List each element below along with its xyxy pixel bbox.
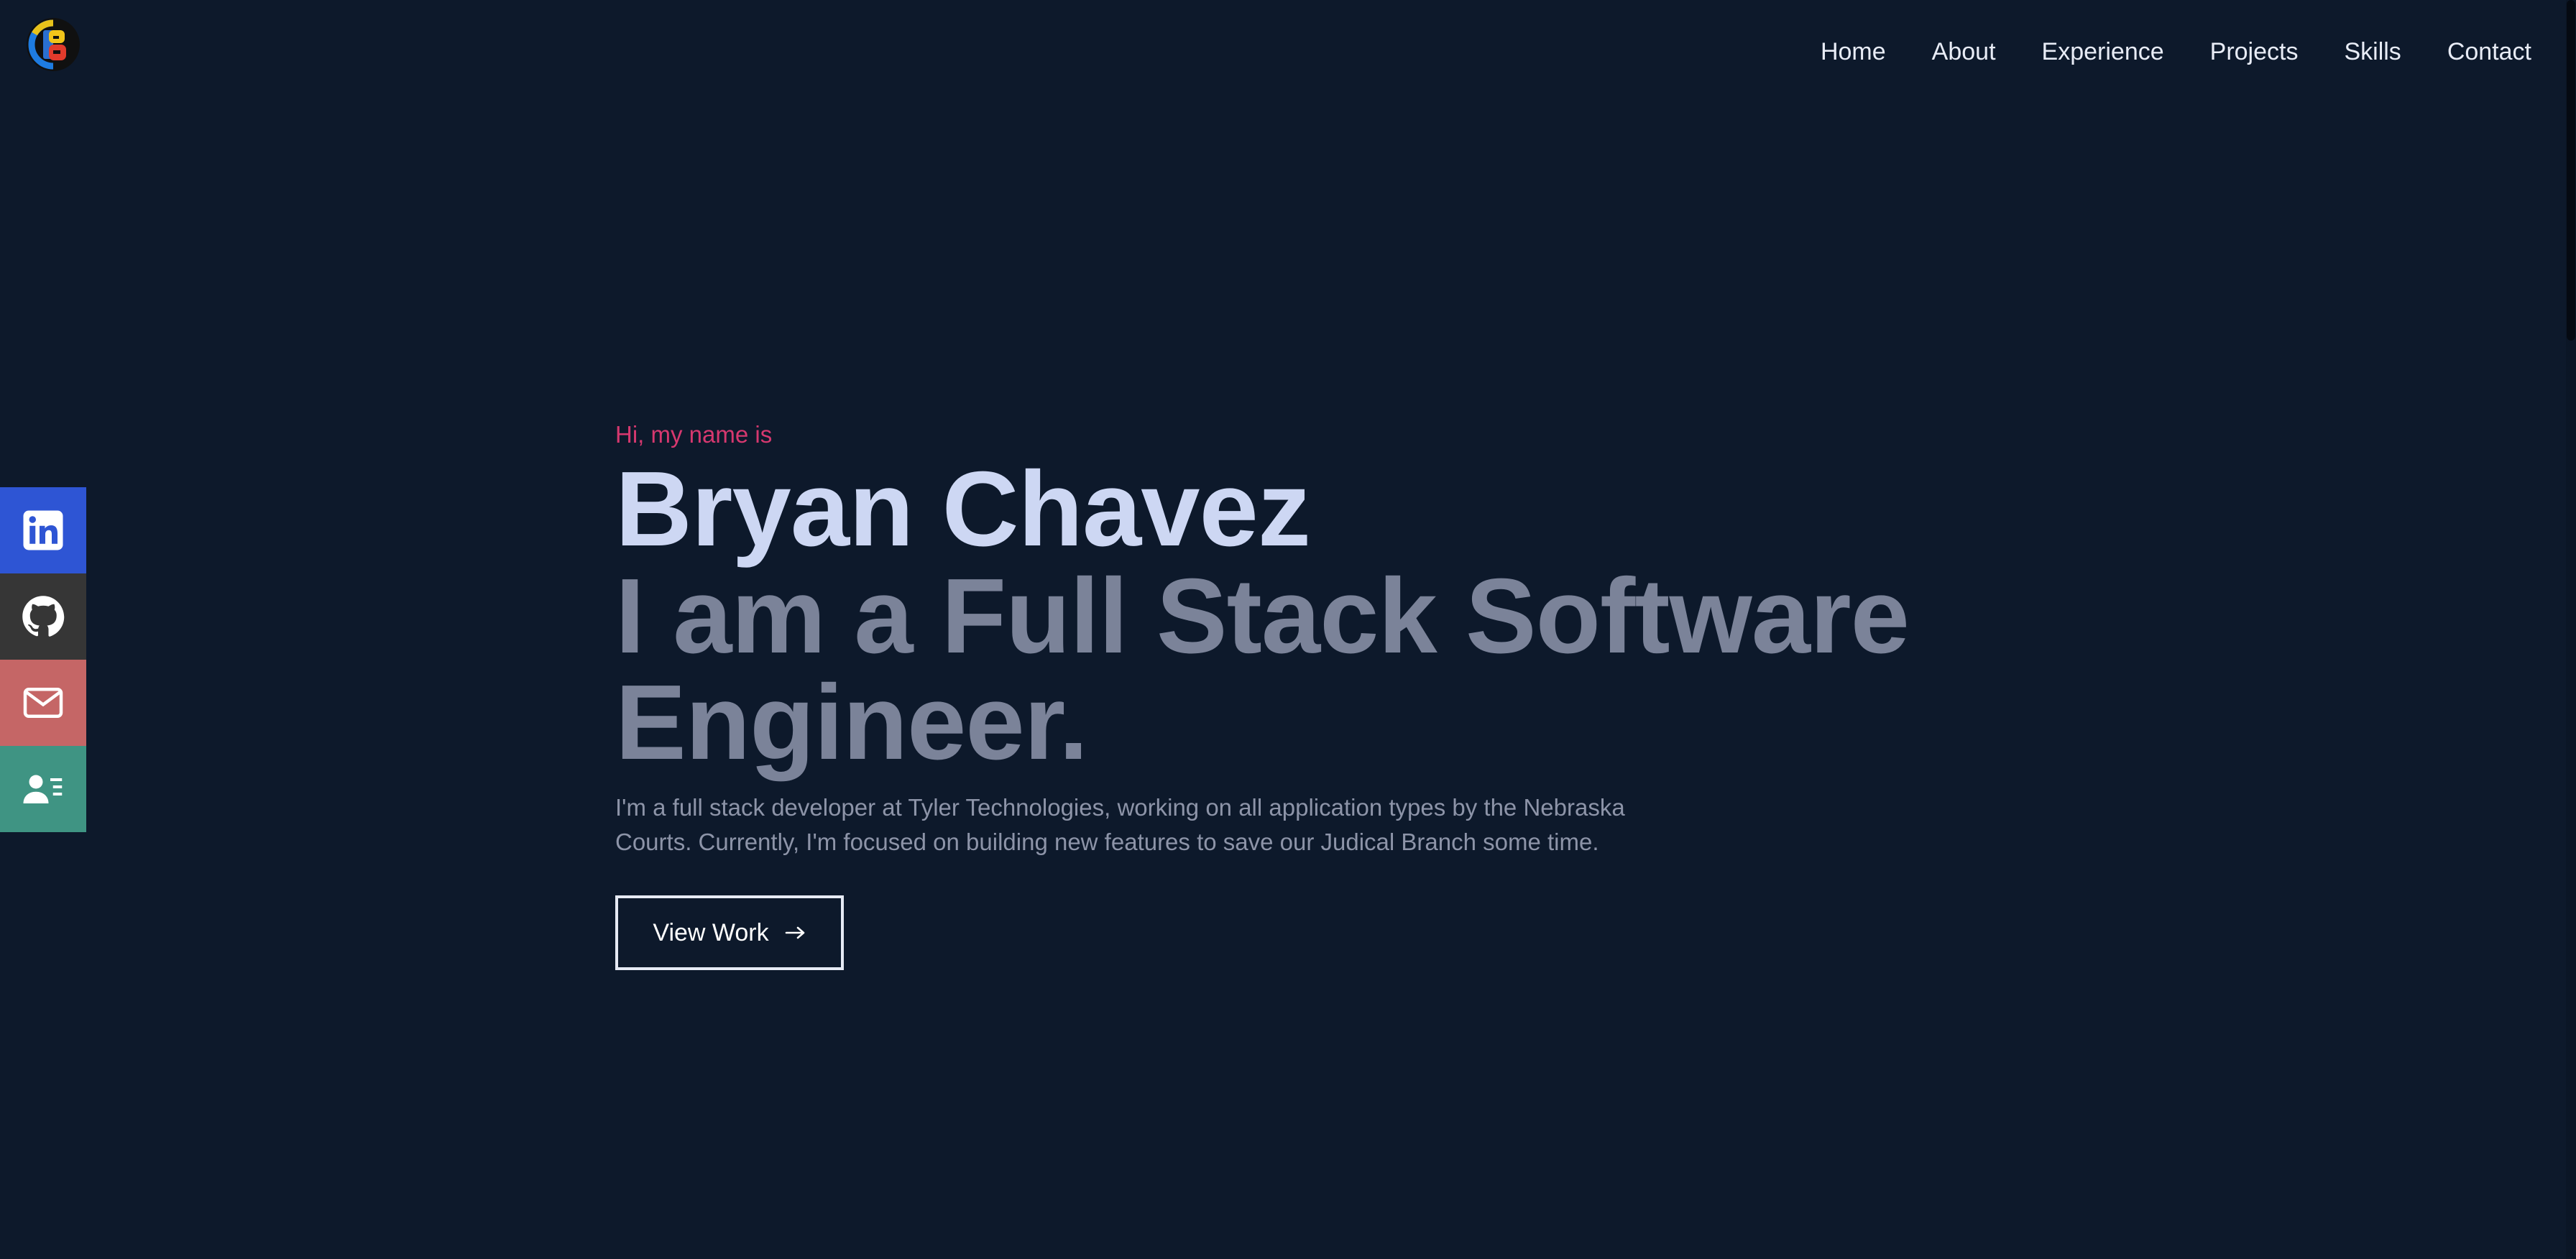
- scrollbar-thumb[interactable]: [2567, 0, 2575, 341]
- social-sidebar: [0, 487, 86, 832]
- arrow-right-icon: [785, 926, 804, 939]
- github-link[interactable]: [0, 573, 86, 660]
- nav-about[interactable]: About: [1932, 32, 1996, 72]
- nav-contact[interactable]: Contact: [2447, 32, 2531, 72]
- mail-icon: [23, 688, 63, 718]
- resume-icon: [23, 775, 63, 803]
- hero-section: Hi, my name is Bryan Chavez I am a Full …: [615, 417, 1981, 970]
- linkedin-link[interactable]: [0, 487, 86, 573]
- main-nav: Home About Experience Projects Skills Co…: [1821, 32, 2531, 72]
- greeting: Hi, my name is: [615, 421, 773, 448]
- hero-name: Bryan Chavez: [615, 450, 1311, 568]
- view-work-button[interactable]: View Work: [615, 895, 844, 970]
- hero-description: I'm a full stack developer at Tyler Tech…: [615, 794, 1625, 855]
- scrollbar[interactable]: [2566, 0, 2576, 1259]
- nav-skills[interactable]: Skills: [2344, 32, 2401, 72]
- logo[interactable]: [24, 16, 82, 73]
- logo-icon: [27, 18, 80, 71]
- hero-tagline: I am a Full Stack Software Engineer.: [615, 557, 1910, 782]
- linkedin-icon: [23, 510, 63, 550]
- view-work-label: View Work: [653, 918, 769, 946]
- nav-home[interactable]: Home: [1821, 32, 1886, 72]
- github-icon: [22, 596, 65, 637]
- page: Home About Experience Projects Skills Co…: [0, 0, 2576, 1259]
- email-link[interactable]: [0, 660, 86, 746]
- nav-projects[interactable]: Projects: [2210, 32, 2299, 72]
- resume-link[interactable]: [0, 746, 86, 832]
- nav-experience[interactable]: Experience: [2042, 32, 2164, 72]
